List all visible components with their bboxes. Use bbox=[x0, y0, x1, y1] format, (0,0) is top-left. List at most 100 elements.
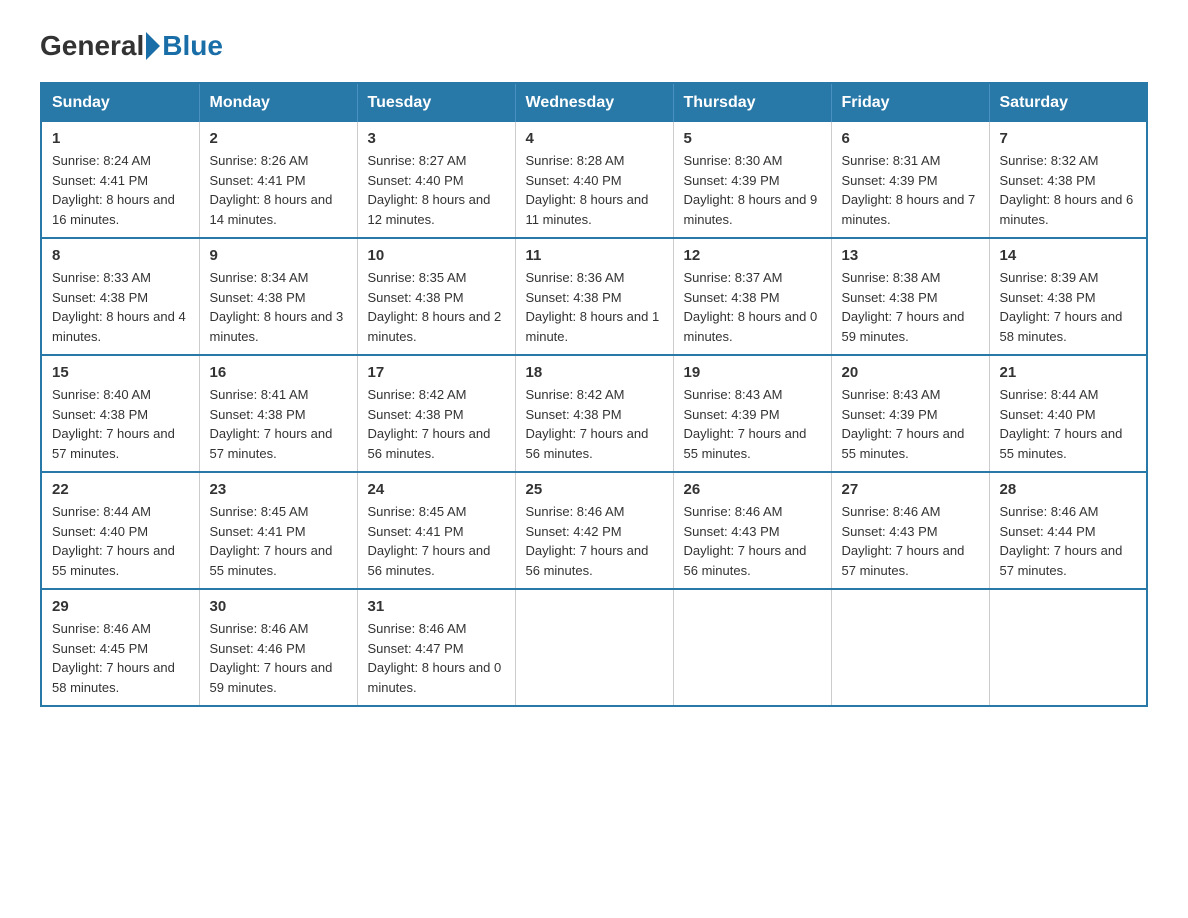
day-info: Sunrise: 8:42 AMSunset: 4:38 PMDaylight:… bbox=[368, 385, 505, 463]
day-number: 7 bbox=[1000, 130, 1137, 147]
day-info: Sunrise: 8:38 AMSunset: 4:38 PMDaylight:… bbox=[842, 268, 979, 346]
table-row: 9 Sunrise: 8:34 AMSunset: 4:38 PMDaylight… bbox=[199, 238, 357, 355]
day-info: Sunrise: 8:46 AMSunset: 4:47 PMDaylight:… bbox=[368, 619, 505, 697]
logo-arrow-icon bbox=[146, 32, 160, 60]
day-number: 14 bbox=[1000, 247, 1137, 264]
day-info: Sunrise: 8:46 AMSunset: 4:43 PMDaylight:… bbox=[842, 502, 979, 580]
table-row: 12 Sunrise: 8:37 AMSunset: 4:38 PMDayligh… bbox=[673, 238, 831, 355]
col-friday: Friday bbox=[831, 83, 989, 122]
day-info: Sunrise: 8:41 AMSunset: 4:38 PMDaylight:… bbox=[210, 385, 347, 463]
calendar-week-row: 8 Sunrise: 8:33 AMSunset: 4:38 PMDaylight… bbox=[41, 238, 1147, 355]
day-info: Sunrise: 8:28 AMSunset: 4:40 PMDaylight:… bbox=[526, 151, 663, 229]
day-number: 18 bbox=[526, 364, 663, 381]
day-info: Sunrise: 8:34 AMSunset: 4:38 PMDaylight:… bbox=[210, 268, 347, 346]
table-row bbox=[673, 589, 831, 706]
day-info: Sunrise: 8:46 AMSunset: 4:46 PMDaylight:… bbox=[210, 619, 347, 697]
day-number: 10 bbox=[368, 247, 505, 264]
day-number: 31 bbox=[368, 598, 505, 615]
table-row bbox=[831, 589, 989, 706]
table-row: 10 Sunrise: 8:35 AMSunset: 4:38 PMDayligh… bbox=[357, 238, 515, 355]
day-number: 23 bbox=[210, 481, 347, 498]
table-row: 25Sunrise: 8:46 AMSunset: 4:42 PMDayligh… bbox=[515, 472, 673, 589]
day-number: 21 bbox=[1000, 364, 1137, 381]
day-number: 29 bbox=[52, 598, 189, 615]
logo-general-text: General bbox=[40, 30, 144, 62]
table-row bbox=[515, 589, 673, 706]
day-number: 28 bbox=[1000, 481, 1137, 498]
day-info: Sunrise: 8:46 AMSunset: 4:42 PMDaylight:… bbox=[526, 502, 663, 580]
day-info: Sunrise: 8:46 AMSunset: 4:45 PMDaylight:… bbox=[52, 619, 189, 697]
day-number: 20 bbox=[842, 364, 979, 381]
table-row: 31 Sunrise: 8:46 AMSunset: 4:47 PMDayligh… bbox=[357, 589, 515, 706]
table-row: 11Sunrise: 8:36 AMSunset: 4:38 PMDayligh… bbox=[515, 238, 673, 355]
col-sunday: Sunday bbox=[41, 83, 199, 122]
day-number: 15 bbox=[52, 364, 189, 381]
table-row: 6 Sunrise: 8:31 AMSunset: 4:39 PMDaylight… bbox=[831, 122, 989, 238]
day-info: Sunrise: 8:44 AMSunset: 4:40 PMDaylight:… bbox=[1000, 385, 1137, 463]
day-number: 17 bbox=[368, 364, 505, 381]
day-number: 22 bbox=[52, 481, 189, 498]
table-row: 7 Sunrise: 8:32 AMSunset: 4:38 PMDaylight… bbox=[989, 122, 1147, 238]
table-row: 29 Sunrise: 8:46 AMSunset: 4:45 PMDayligh… bbox=[41, 589, 199, 706]
calendar-week-row: 22 Sunrise: 8:44 AMSunset: 4:40 PMDayligh… bbox=[41, 472, 1147, 589]
calendar-week-row: 1Sunrise: 8:24 AMSunset: 4:41 PMDaylight… bbox=[41, 122, 1147, 238]
day-number: 11 bbox=[526, 247, 663, 264]
day-info: Sunrise: 8:46 AMSunset: 4:43 PMDaylight:… bbox=[684, 502, 821, 580]
table-row: 17 Sunrise: 8:42 AMSunset: 4:38 PMDayligh… bbox=[357, 355, 515, 472]
calendar-week-row: 29 Sunrise: 8:46 AMSunset: 4:45 PMDayligh… bbox=[41, 589, 1147, 706]
table-row: 22 Sunrise: 8:44 AMSunset: 4:40 PMDayligh… bbox=[41, 472, 199, 589]
logo-blue-text: Blue bbox=[162, 30, 223, 62]
day-number: 24 bbox=[368, 481, 505, 498]
table-row: 27 Sunrise: 8:46 AMSunset: 4:43 PMDayligh… bbox=[831, 472, 989, 589]
table-row: 19Sunrise: 8:43 AMSunset: 4:39 PMDayligh… bbox=[673, 355, 831, 472]
table-row: 15 Sunrise: 8:40 AMSunset: 4:38 PMDayligh… bbox=[41, 355, 199, 472]
day-number: 3 bbox=[368, 130, 505, 147]
day-number: 8 bbox=[52, 247, 189, 264]
day-info: Sunrise: 8:43 AMSunset: 4:39 PMDaylight:… bbox=[684, 385, 821, 463]
day-info: Sunrise: 8:46 AMSunset: 4:44 PMDaylight:… bbox=[1000, 502, 1137, 580]
day-number: 1 bbox=[52, 130, 189, 147]
col-monday: Monday bbox=[199, 83, 357, 122]
day-info: Sunrise: 8:44 AMSunset: 4:40 PMDaylight:… bbox=[52, 502, 189, 580]
day-number: 16 bbox=[210, 364, 347, 381]
table-row: 4Sunrise: 8:28 AMSunset: 4:40 PMDaylight… bbox=[515, 122, 673, 238]
day-info: Sunrise: 8:43 AMSunset: 4:39 PMDaylight:… bbox=[842, 385, 979, 463]
day-info: Sunrise: 8:39 AMSunset: 4:38 PMDaylight:… bbox=[1000, 268, 1137, 346]
calendar-header-row: Sunday Monday Tuesday Wednesday Thursday… bbox=[41, 83, 1147, 122]
day-info: Sunrise: 8:40 AMSunset: 4:38 PMDaylight:… bbox=[52, 385, 189, 463]
table-row: 2 Sunrise: 8:26 AMSunset: 4:41 PMDaylight… bbox=[199, 122, 357, 238]
day-info: Sunrise: 8:45 AMSunset: 4:41 PMDaylight:… bbox=[368, 502, 505, 580]
day-info: Sunrise: 8:37 AMSunset: 4:38 PMDaylight:… bbox=[684, 268, 821, 346]
page-header: General Blue bbox=[40, 30, 1148, 62]
table-row: 23 Sunrise: 8:45 AMSunset: 4:41 PMDayligh… bbox=[199, 472, 357, 589]
day-number: 2 bbox=[210, 130, 347, 147]
day-number: 9 bbox=[210, 247, 347, 264]
table-row: 26 Sunrise: 8:46 AMSunset: 4:43 PMDayligh… bbox=[673, 472, 831, 589]
day-number: 27 bbox=[842, 481, 979, 498]
table-row: 20 Sunrise: 8:43 AMSunset: 4:39 PMDayligh… bbox=[831, 355, 989, 472]
table-row: 18Sunrise: 8:42 AMSunset: 4:38 PMDayligh… bbox=[515, 355, 673, 472]
col-thursday: Thursday bbox=[673, 83, 831, 122]
day-info: Sunrise: 8:45 AMSunset: 4:41 PMDaylight:… bbox=[210, 502, 347, 580]
table-row: 24 Sunrise: 8:45 AMSunset: 4:41 PMDayligh… bbox=[357, 472, 515, 589]
col-tuesday: Tuesday bbox=[357, 83, 515, 122]
day-number: 6 bbox=[842, 130, 979, 147]
calendar-week-row: 15 Sunrise: 8:40 AMSunset: 4:38 PMDayligh… bbox=[41, 355, 1147, 472]
day-number: 12 bbox=[684, 247, 821, 264]
table-row: 1Sunrise: 8:24 AMSunset: 4:41 PMDaylight… bbox=[41, 122, 199, 238]
day-number: 26 bbox=[684, 481, 821, 498]
table-row: 5Sunrise: 8:30 AMSunset: 4:39 PMDaylight… bbox=[673, 122, 831, 238]
table-row: 3 Sunrise: 8:27 AMSunset: 4:40 PMDaylight… bbox=[357, 122, 515, 238]
logo: General Blue bbox=[40, 30, 223, 62]
day-info: Sunrise: 8:35 AMSunset: 4:38 PMDaylight:… bbox=[368, 268, 505, 346]
table-row bbox=[989, 589, 1147, 706]
day-info: Sunrise: 8:31 AMSunset: 4:39 PMDaylight:… bbox=[842, 151, 979, 229]
calendar-table: Sunday Monday Tuesday Wednesday Thursday… bbox=[40, 82, 1148, 707]
day-info: Sunrise: 8:32 AMSunset: 4:38 PMDaylight:… bbox=[1000, 151, 1137, 229]
day-info: Sunrise: 8:26 AMSunset: 4:41 PMDaylight:… bbox=[210, 151, 347, 229]
day-info: Sunrise: 8:33 AMSunset: 4:38 PMDaylight:… bbox=[52, 268, 189, 346]
day-number: 30 bbox=[210, 598, 347, 615]
table-row: 16 Sunrise: 8:41 AMSunset: 4:38 PMDayligh… bbox=[199, 355, 357, 472]
day-number: 13 bbox=[842, 247, 979, 264]
day-info: Sunrise: 8:27 AMSunset: 4:40 PMDaylight:… bbox=[368, 151, 505, 229]
